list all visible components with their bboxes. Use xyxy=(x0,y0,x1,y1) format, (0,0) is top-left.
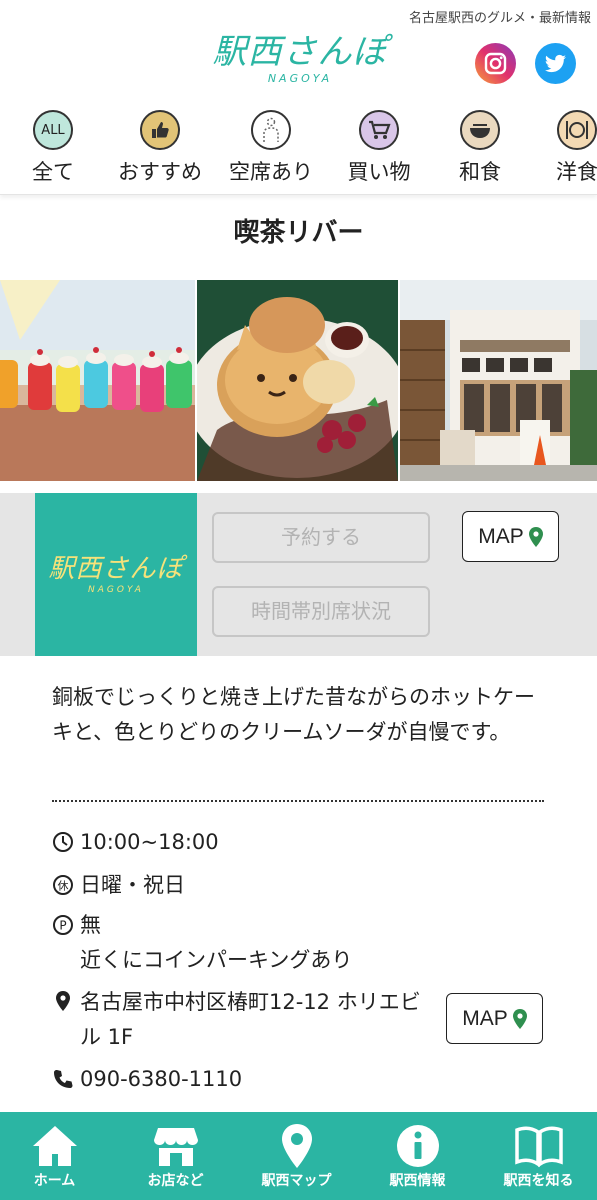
category-vacancy[interactable]: 空席あり xyxy=(216,110,326,186)
info-icon xyxy=(397,1125,439,1167)
shop-logo: 駅西さんぽ NAGOYA xyxy=(35,493,197,656)
category-western[interactable]: 洋食 xyxy=(522,110,597,186)
shop-logo-text: 駅西さんぽ xyxy=(48,554,184,584)
category-label: 全て xyxy=(32,160,74,184)
category-recommended[interactable]: おすすめ xyxy=(105,110,215,186)
cart-icon xyxy=(359,110,399,150)
category-label: 洋食 xyxy=(556,160,597,184)
store-icon xyxy=(154,1128,198,1166)
seat-status-button[interactable]: 時間帯別席状況 xyxy=(212,586,430,637)
nav-label: 駅西マップ xyxy=(261,1173,332,1189)
address-map-button[interactable]: MAP xyxy=(446,993,543,1044)
map-button-label: MAP xyxy=(478,524,524,548)
site-logo-subtext: NAGOYA xyxy=(267,72,333,85)
category-japanese[interactable]: 和食 xyxy=(425,110,535,186)
japanese-food-icon xyxy=(460,110,500,150)
category-label: 和食 xyxy=(459,160,501,184)
site-tagline: 名古屋駅西のグルメ・最新情報 xyxy=(408,11,591,26)
book-icon xyxy=(515,1126,563,1168)
phone-icon xyxy=(54,1070,73,1088)
reservation-panel: 駅西さんぽ NAGOYA 予約する 時間帯別席状況 MAP xyxy=(0,493,597,656)
nav-info[interactable]: 駅西情報 xyxy=(358,1112,477,1200)
bottom-nav: ホーム お店など 駅西マップ 駅西情報 駅西を知る xyxy=(0,1112,597,1200)
vacancy-icon xyxy=(251,110,291,150)
phone-row: 090-6380-1110 xyxy=(52,1062,242,1097)
map-button-label: MAP xyxy=(462,1006,508,1030)
instagram-icon[interactable] xyxy=(475,43,516,84)
category-label: おすすめ xyxy=(118,160,202,184)
nav-label: 駅西情報 xyxy=(389,1173,446,1189)
shop-logo-subtext: NAGOYA xyxy=(88,585,144,595)
nav-label: お店など xyxy=(147,1173,204,1189)
category-nav: ALL 全て おすすめ 空席あり 買い物 和食 洋食 xyxy=(0,100,597,195)
category-all[interactable]: ALL 全て xyxy=(0,110,108,186)
twitter-icon[interactable] xyxy=(535,43,576,84)
nav-map[interactable]: 駅西マップ xyxy=(237,1112,356,1200)
site-header: 名古屋駅西のグルメ・最新情報 駅西さんぽ NAGOYA xyxy=(0,0,597,100)
site-logo[interactable]: 駅西さんぽ NAGOYA xyxy=(195,32,405,92)
map-pin-icon xyxy=(512,1008,527,1029)
closed-day-icon: 休 xyxy=(53,875,73,895)
map-pin-icon xyxy=(282,1124,312,1168)
thumbs-up-icon xyxy=(140,110,180,150)
svg-text:休: 休 xyxy=(58,880,69,893)
cream-sodas-photo[interactable] xyxy=(0,280,195,481)
holiday-row: 休 日曜・祝日 xyxy=(52,868,185,903)
address-line1: 名古屋市中村区椿町12-12 ホリエビ xyxy=(80,990,421,1014)
svg-text:P: P xyxy=(59,919,66,933)
western-food-icon xyxy=(557,110,597,150)
shop-description: 銅板でじっくりと焼き上げた昔ながらのホットケーキと、色とりどりのクリームソーダが… xyxy=(52,685,535,744)
dotted-divider xyxy=(52,800,544,802)
nav-label: ホーム xyxy=(33,1173,76,1189)
home-icon xyxy=(33,1126,77,1166)
nav-shops[interactable]: お店など xyxy=(116,1112,235,1200)
nav-about[interactable]: 駅西を知る xyxy=(479,1112,597,1200)
map-pin-icon xyxy=(528,526,543,547)
pancake-photo[interactable] xyxy=(197,280,398,481)
map-button[interactable]: MAP xyxy=(462,511,559,562)
address-row: 名古屋市中村区椿町12-12 ホリエビ ル 1F xyxy=(52,985,442,1055)
clock-icon xyxy=(53,832,73,852)
storefront-photo[interactable] xyxy=(400,280,597,481)
nav-label: 駅西を知る xyxy=(503,1173,574,1189)
category-label: 買い物 xyxy=(347,160,411,184)
category-label: 空席あり xyxy=(229,160,313,184)
category-shopping[interactable]: 買い物 xyxy=(324,110,434,186)
parking-icon: P xyxy=(53,915,73,935)
parking-note: 近くにコインパーキングあり xyxy=(80,948,353,972)
parking-text: 無 xyxy=(80,913,101,937)
phone-text[interactable]: 090-6380-1110 xyxy=(80,1062,242,1097)
reserve-button[interactable]: 予約する xyxy=(212,512,430,563)
location-pin-icon xyxy=(56,991,70,1011)
nav-home[interactable]: ホーム xyxy=(0,1112,114,1200)
address-line2: ル 1F xyxy=(80,1025,134,1049)
hours-text: 10:00~18:00 xyxy=(80,830,219,854)
site-logo-text: 駅西さんぽ xyxy=(212,32,388,72)
parking-row: P 無 近くにコインパーキングあり xyxy=(52,908,352,978)
holiday-text: 日曜・祝日 xyxy=(80,873,185,897)
hours-row: 10:00~18:00 xyxy=(52,825,219,860)
shop-title: 喫茶リバー xyxy=(233,218,364,248)
all-icon: ALL xyxy=(33,110,73,150)
